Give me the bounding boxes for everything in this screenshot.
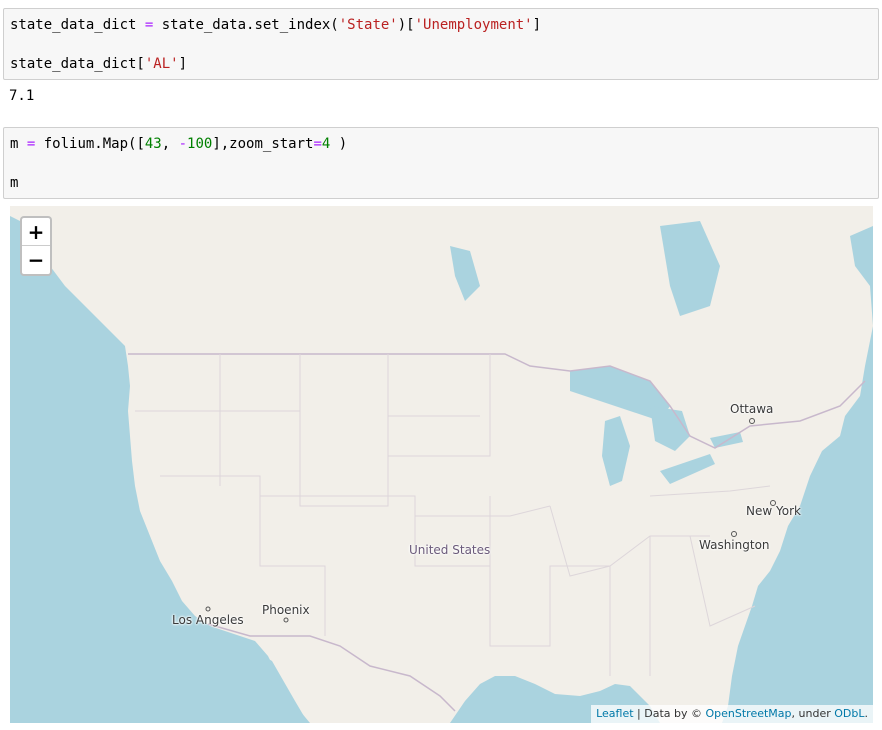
- map-label-washington: Washington: [699, 538, 770, 552]
- map-label-phoenix: Phoenix: [262, 603, 310, 617]
- code-token: =: [313, 136, 322, 152]
- code-token: 'AL': [144, 56, 179, 72]
- code-token: state_data_dict[: [10, 56, 145, 72]
- code-cell-1[interactable]: state_data_dict = state_data.set_index('…: [3, 8, 879, 80]
- zoom-control: + −: [20, 216, 52, 276]
- map-label-ottawa: Ottawa: [730, 402, 774, 416]
- code-line: state_data_dict = state_data.set_index('…: [10, 15, 872, 35]
- map-attribution: Leaflet | Data by © OpenStreetMap, under…: [591, 705, 873, 723]
- code-line: state_data_dict['AL']: [10, 54, 872, 74]
- zoom-in-button[interactable]: +: [22, 218, 50, 246]
- attribution-text: .: [864, 707, 869, 720]
- code-token: )[: [397, 17, 415, 33]
- code-token: 100: [187, 136, 213, 152]
- map-label-united-states: United States: [409, 543, 491, 557]
- code-token: m: [10, 136, 27, 152]
- openstreetmap-link[interactable]: OpenStreetMap: [706, 707, 792, 720]
- code-token: folium.Map([: [35, 136, 145, 152]
- folium-map[interactable]: + − Ottawa New York Washington United St…: [10, 206, 873, 723]
- code-token: ],zoom_start: [212, 136, 314, 152]
- code-cell-2[interactable]: m = folium.Map([43, -100],zoom_start=4 )…: [3, 127, 879, 199]
- code-token: ): [330, 136, 348, 152]
- map-label-los-angeles: Los Angeles: [172, 613, 244, 627]
- zoom-out-button[interactable]: −: [22, 246, 50, 274]
- code-token: 'Unemployment': [414, 17, 533, 33]
- attribution-text: | Data by ©: [633, 707, 706, 720]
- cell-output: 7.1: [9, 88, 35, 104]
- code-line: m = folium.Map([43, -100],zoom_start=4 ): [10, 134, 872, 154]
- code-line: m: [10, 175, 19, 191]
- map-tiles: [10, 206, 873, 723]
- code-token: 'State': [338, 17, 398, 33]
- leaflet-link[interactable]: Leaflet: [596, 707, 633, 720]
- odbl-link[interactable]: ODbL: [834, 707, 864, 720]
- code-token: -: [178, 136, 188, 152]
- code-token: 43: [144, 136, 162, 152]
- code-token: state_data.set_index(: [153, 17, 339, 33]
- code-token: state_data_dict: [10, 17, 145, 33]
- attribution-text: , under: [791, 707, 835, 720]
- code-token: ,: [161, 136, 179, 152]
- land-area: [10, 206, 873, 723]
- code-token: ]: [178, 56, 188, 72]
- code-token: ]: [532, 17, 542, 33]
- map-label-new-york: New York: [746, 504, 801, 518]
